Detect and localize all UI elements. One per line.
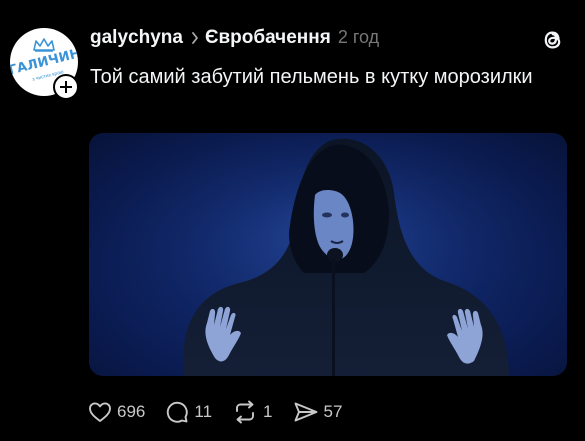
share-count: 57: [323, 402, 343, 421]
crown-icon: [33, 38, 55, 52]
reply-count: 11: [194, 402, 213, 421]
post-actions: 696 11 1 57: [88, 398, 362, 426]
plus-icon: [60, 81, 72, 93]
post-text: Той самий забутий пельмень в кутку мороз…: [90, 66, 533, 88]
share-button[interactable]: 57: [293, 400, 343, 424]
reply-button[interactable]: 11: [165, 400, 212, 424]
repost-button[interactable]: 1: [232, 400, 273, 424]
repost-icon: [236, 400, 254, 424]
comment-icon: [167, 401, 189, 423]
post-header: galychyna Євробачення 2 год: [90, 27, 379, 51]
username-link[interactable]: galychyna: [90, 27, 183, 49]
chevron-right-icon: [192, 32, 198, 44]
performer-illustration: [89, 133, 567, 376]
follow-button[interactable]: [53, 74, 79, 100]
heart-icon: [89, 402, 111, 422]
repost-count: 1: [263, 402, 273, 421]
like-button[interactable]: 696: [88, 401, 145, 423]
send-icon: [294, 402, 317, 422]
threads-post: ГАЛИЧИНА з чистих краю galychyna Євробач…: [0, 0, 585, 441]
threads-logo-icon[interactable]: [539, 26, 567, 54]
post-timestamp: 2 год: [337, 27, 380, 47]
like-count: 696: [117, 402, 146, 421]
post-image[interactable]: [89, 133, 567, 376]
topic-tag-link[interactable]: Євробачення: [205, 27, 331, 49]
